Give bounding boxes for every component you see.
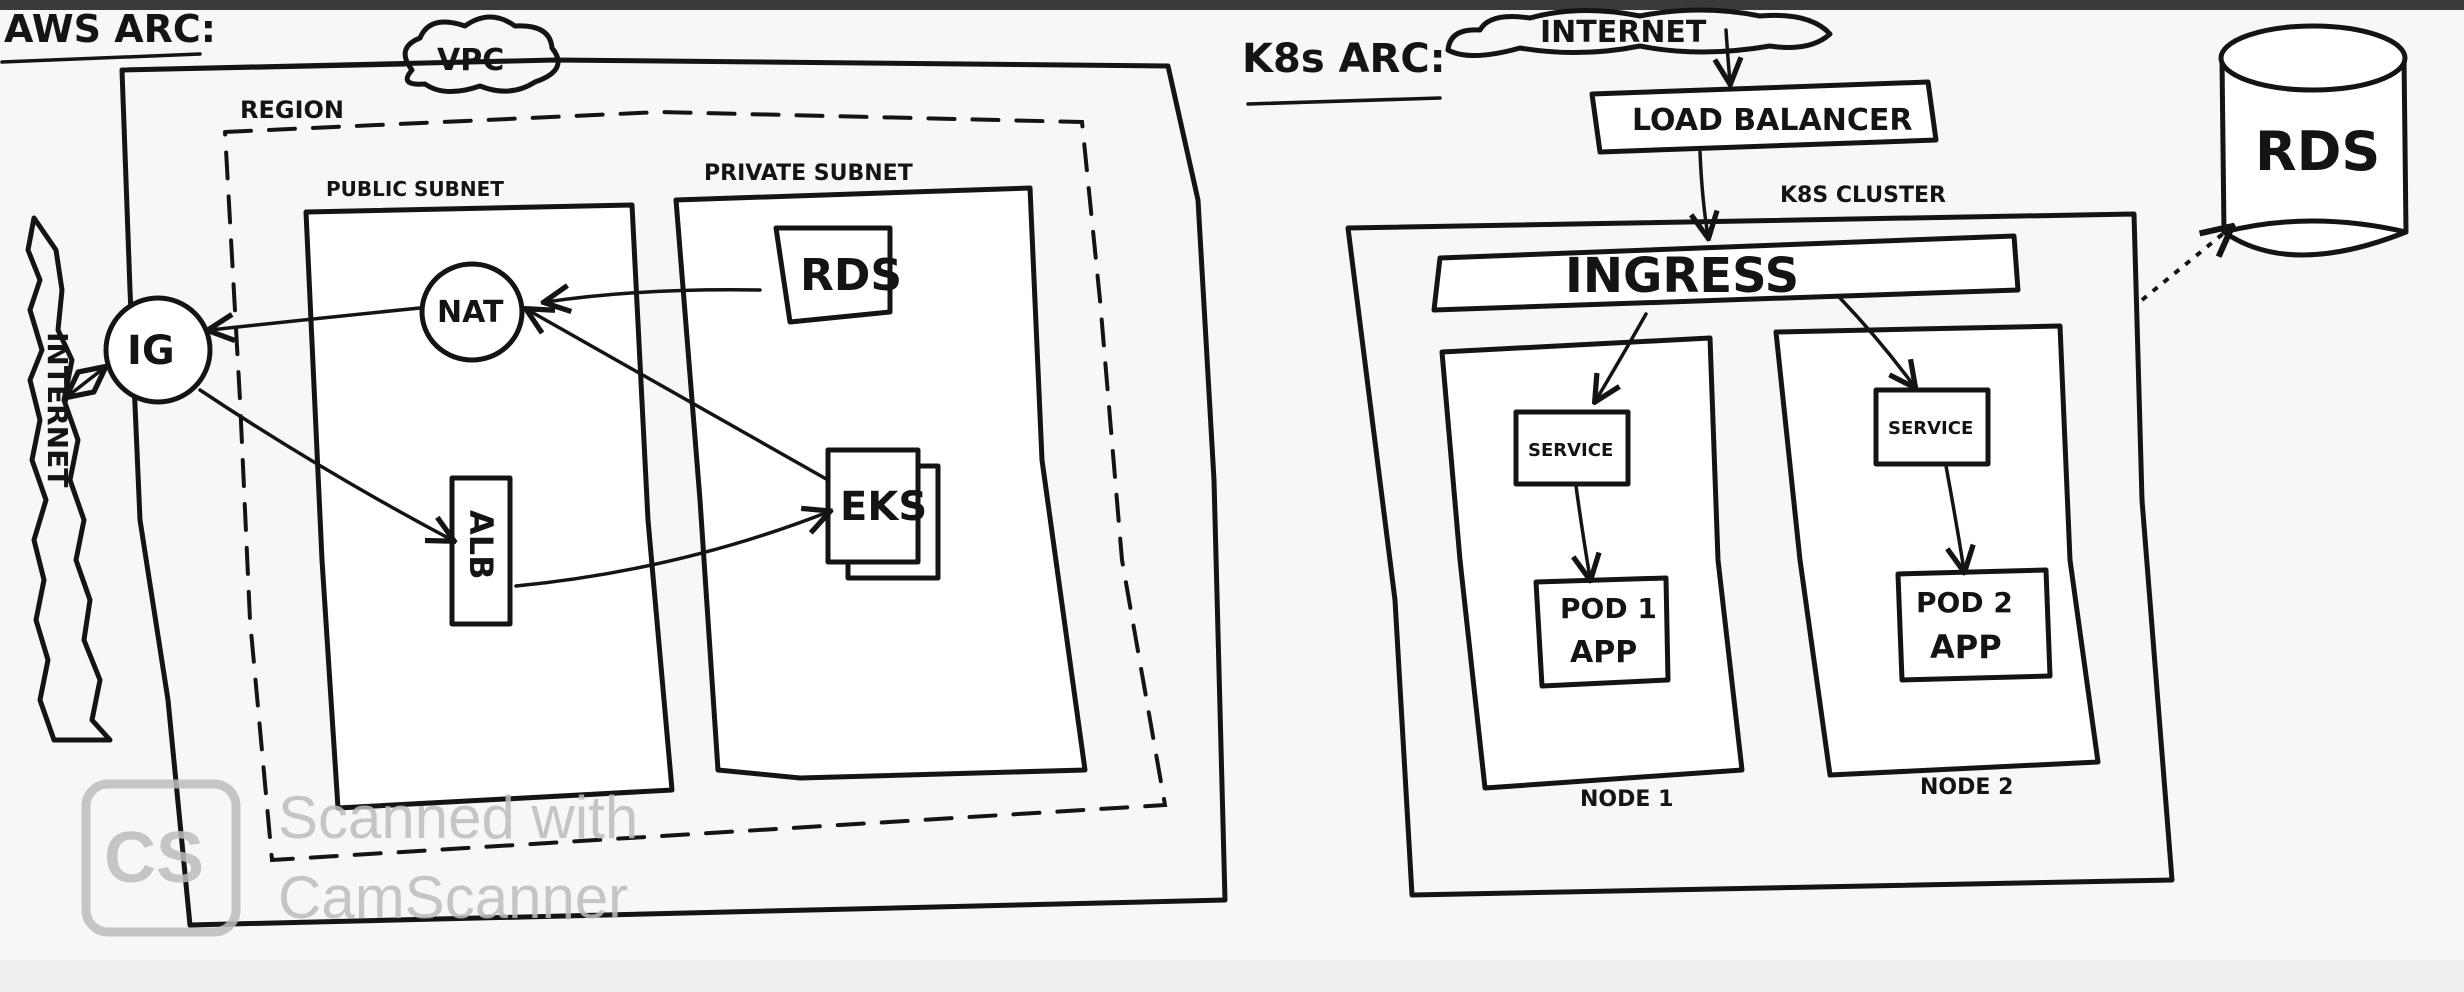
paper-bottom bbox=[0, 960, 2464, 992]
alb-box: ALB bbox=[449, 475, 513, 627]
paper-edge bbox=[0, 0, 2464, 10]
vpc-label: VPC bbox=[437, 43, 504, 78]
internet-label-aws: INTERNET bbox=[41, 332, 74, 487]
rds-private: RDS bbox=[773, 225, 902, 325]
alb-label: ALB bbox=[462, 510, 500, 580]
k8s-cluster-label: K8S CLUSTER bbox=[1780, 183, 1946, 208]
eks-label: EKS bbox=[840, 484, 927, 530]
rds-cylinder: RDS bbox=[2218, 23, 2409, 258]
internet-cloud-k8s: INTERNET bbox=[1445, 7, 1833, 59]
aws-title: AWS ARC: bbox=[4, 7, 216, 51]
rds-private-label: RDS bbox=[800, 250, 902, 301]
node2-label: NODE 2 bbox=[1920, 775, 2013, 800]
pod2-line1: POD 2 bbox=[1916, 586, 2013, 619]
eks-box: EKS bbox=[825, 447, 941, 581]
ingress-bar: INGRESS bbox=[1431, 233, 2021, 313]
k8s-title-underline bbox=[1246, 96, 1442, 106]
service1-label: SERVICE bbox=[1528, 440, 1613, 461]
svg-text:INTERNET: INTERNET bbox=[41, 332, 74, 487]
pod1-box: POD 1 APP bbox=[1533, 575, 1671, 689]
nat-label: NAT bbox=[437, 295, 504, 330]
vpc-cloud: VPC bbox=[402, 14, 561, 94]
service1-box: SERVICE bbox=[1513, 409, 1631, 487]
rds-cylinder-label: RDS bbox=[2255, 120, 2380, 183]
whiteboard-diagram: AWS ARC: VPC REGION PUBLIC SUBNET PRIVAT… bbox=[0, 0, 2464, 992]
camscanner-watermark: CS Scanned with CamScanner bbox=[81, 779, 638, 937]
pod2-box: POD 2 APP bbox=[1895, 567, 2053, 683]
diagram-canvas: AWS ARC: VPC REGION PUBLIC SUBNET PRIVAT… bbox=[0, 0, 2464, 992]
internet-gateway: IG bbox=[103, 295, 213, 405]
aws-title-underline bbox=[0, 52, 202, 64]
node1-box bbox=[1439, 335, 1745, 791]
private-subnet-label: PRIVATE SUBNET bbox=[704, 161, 913, 186]
watermark-line2: CamScanner bbox=[278, 864, 628, 931]
watermark-line1: Scanned with bbox=[278, 784, 638, 851]
k8s-architecture: K8s ARC: INTERNET LOAD BALANCER K8S CLUS… bbox=[1242, 7, 2409, 898]
nat-gateway: NAT bbox=[419, 261, 525, 363]
load-balancer-box: LOAD BALANCER bbox=[1589, 79, 1939, 155]
pod2-line2: APP bbox=[1930, 628, 2002, 666]
k8s-title: K8s ARC: bbox=[1242, 36, 1446, 82]
ig-label: IG bbox=[127, 328, 175, 374]
public-subnet-label: PUBLIC SUBNET bbox=[326, 177, 504, 201]
region-label: REGION bbox=[240, 96, 344, 124]
pod1-line2: APP bbox=[1570, 635, 1637, 670]
internet-label-k8s: INTERNET bbox=[1540, 15, 1707, 50]
node1-label: NODE 1 bbox=[1580, 787, 1673, 812]
service2-box: SERVICE bbox=[1873, 387, 1991, 467]
load-balancer-label: LOAD BALANCER bbox=[1632, 103, 1912, 138]
ingress-label: INGRESS bbox=[1565, 248, 1799, 304]
pod1-line1: POD 1 bbox=[1560, 592, 1657, 625]
camscanner-logo-text: CS bbox=[104, 818, 204, 898]
service2-label: SERVICE bbox=[1888, 418, 1973, 439]
